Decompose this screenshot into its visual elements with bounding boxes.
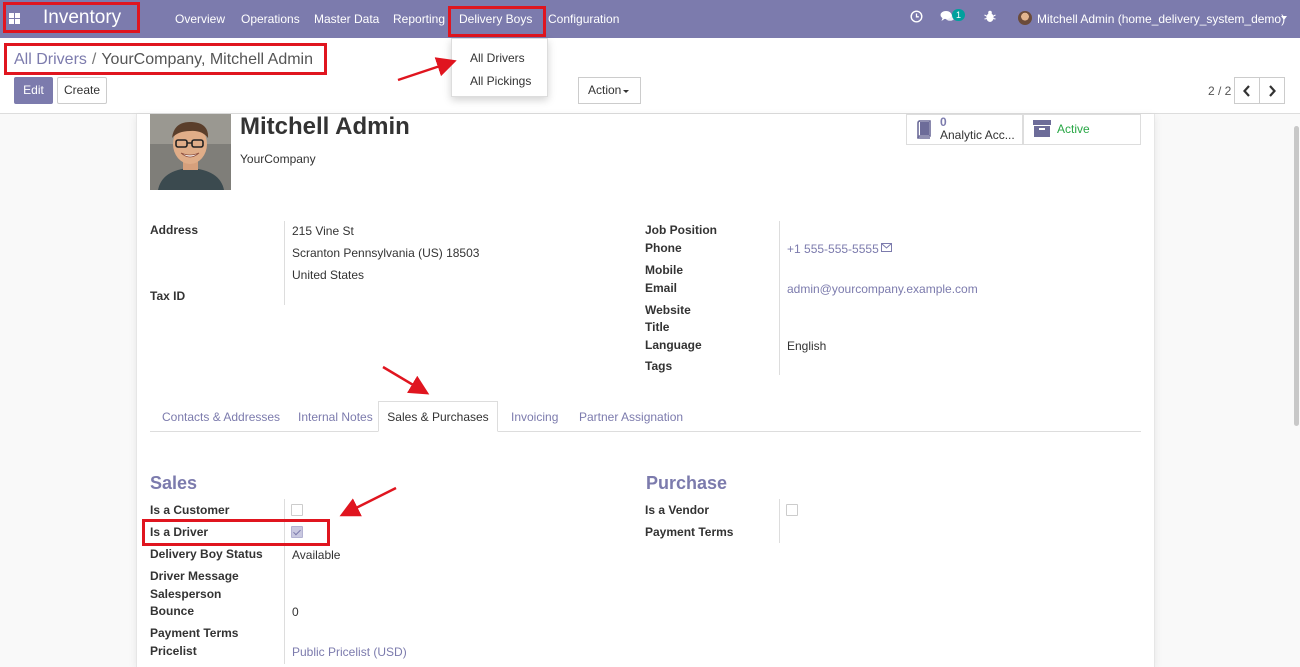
is-customer-label: Is a Customer xyxy=(150,503,230,517)
top-navbar: Inventory Overview Operations Master Dat… xyxy=(0,0,1300,38)
title-label: Title xyxy=(645,320,670,334)
pager-previous-button[interactable] xyxy=(1234,77,1260,104)
purchase-section-title: Purchase xyxy=(646,473,728,493)
pager-value[interactable]: 2 / 2 xyxy=(1208,84,1231,98)
breadcrumb-separator: / xyxy=(91,51,97,68)
user-menu-name[interactable]: Mitchell Admin (home_delivery_system_dem… xyxy=(1037,12,1285,26)
action-label: Action xyxy=(588,83,622,97)
mobile-label: Mobile xyxy=(645,263,683,277)
is-vendor-checkbox[interactable] xyxy=(786,504,798,516)
scrollbar[interactable] xyxy=(1294,126,1299,426)
activity-clock-icon[interactable] xyxy=(910,10,923,26)
is-vendor-label: Is a Vendor xyxy=(645,503,710,517)
is-customer-checkbox[interactable] xyxy=(291,504,303,516)
language-label: Language xyxy=(645,338,702,352)
tab-invoicing[interactable]: Invoicing xyxy=(511,410,558,424)
email-label: Email xyxy=(645,281,678,295)
salesperson-label: Salesperson xyxy=(150,587,222,601)
email-link[interactable]: admin@yourcompany.example.com xyxy=(787,282,978,296)
archive-icon xyxy=(1033,120,1051,137)
pricelist-link[interactable]: Public Pricelist (USD) xyxy=(292,645,407,659)
tax-id-label: Tax ID xyxy=(150,289,186,303)
separator xyxy=(779,499,780,543)
app-switcher-icon[interactable] xyxy=(9,13,20,24)
address-street: 215 Vine St xyxy=(292,224,354,238)
separator xyxy=(284,499,285,664)
dropdown-item-all-pickings[interactable]: All Pickings xyxy=(470,74,531,88)
tab-contacts-addresses[interactable]: Contacts & Addresses xyxy=(162,410,280,424)
action-dropdown-button[interactable]: Action xyxy=(578,77,641,104)
user-menu-caret-icon[interactable] xyxy=(1281,16,1287,20)
bounce-value: 0 xyxy=(292,605,299,619)
pager-next-button[interactable] xyxy=(1259,77,1285,104)
tab-divider xyxy=(150,431,1141,432)
menu-reporting[interactable]: Reporting xyxy=(393,12,445,26)
user-avatar[interactable] xyxy=(1018,11,1032,25)
language-value: English xyxy=(787,339,827,353)
edit-button[interactable]: Edit xyxy=(14,77,53,104)
website-label: Website xyxy=(645,303,691,317)
tags-label: Tags xyxy=(645,359,673,373)
phone-link[interactable]: +1 555-555-5555 xyxy=(787,242,879,256)
partner-avatar[interactable] xyxy=(150,114,231,190)
active-status-label: Active xyxy=(1057,122,1090,136)
tab-internal-notes[interactable]: Internal Notes xyxy=(298,410,373,424)
form-sheet xyxy=(136,114,1155,667)
sales-payment-terms-label: Payment Terms xyxy=(150,626,239,640)
active-toggle-button[interactable]: Active xyxy=(1023,114,1141,145)
sms-envelope-icon[interactable] xyxy=(881,243,892,252)
breadcrumb: All Drivers / YourCompany, Mitchell Admin xyxy=(14,51,313,69)
separator xyxy=(284,221,285,305)
create-button[interactable]: Create xyxy=(57,77,107,104)
bounce-label: Bounce xyxy=(150,604,195,618)
driver-message-label: Driver Message xyxy=(150,569,239,583)
chevron-right-icon xyxy=(1269,85,1276,97)
address-city-line: Scranton Pennsylvania (US) 18503 xyxy=(292,246,480,260)
job-position-label: Job Position xyxy=(645,223,717,237)
pricelist-label: Pricelist xyxy=(150,644,197,658)
partner-company[interactable]: YourCompany xyxy=(240,152,316,166)
tab-sales-purchases[interactable]: Sales & Purchases xyxy=(378,401,498,432)
delivery-boy-status-value: Available xyxy=(292,548,341,562)
analytic-label: Analytic Acc... xyxy=(940,128,1015,142)
chevron-left-icon xyxy=(1243,85,1250,97)
messages-count-badge: 1 xyxy=(952,9,966,21)
address-country: United States xyxy=(292,268,365,282)
control-panel: All Drivers / YourCompany, Mitchell Admin … xyxy=(0,38,1300,114)
purchase-payment-terms-label: Payment Terms xyxy=(645,525,734,539)
action-caret-icon xyxy=(623,90,629,93)
menu-operations[interactable]: Operations xyxy=(241,12,300,26)
tab-partner-assignation[interactable]: Partner Assignation xyxy=(579,410,683,424)
analytic-accounts-smart-button[interactable]: 0 Analytic Acc... xyxy=(906,114,1023,145)
menu-overview[interactable]: Overview xyxy=(175,12,225,26)
book-icon xyxy=(917,120,931,139)
address-label: Address xyxy=(150,223,199,237)
is-driver-label: Is a Driver xyxy=(150,525,209,539)
phone-label: Phone xyxy=(645,241,682,255)
is-driver-checkbox[interactable] xyxy=(291,526,303,538)
debug-bug-icon[interactable] xyxy=(984,10,996,26)
separator xyxy=(779,221,780,375)
menu-master-data[interactable]: Master Data xyxy=(314,12,379,26)
menu-delivery-boys[interactable]: Delivery Boys xyxy=(459,12,532,26)
dropdown-item-all-drivers[interactable]: All Drivers xyxy=(470,51,525,65)
app-name[interactable]: Inventory xyxy=(43,7,121,29)
menu-configuration[interactable]: Configuration xyxy=(548,12,619,26)
breadcrumb-current: YourCompany, Mitchell Admin xyxy=(101,51,313,68)
analytic-count: 0 xyxy=(940,115,947,129)
sales-section-title: Sales xyxy=(150,473,198,493)
partner-name: Mitchell Admin xyxy=(240,113,410,140)
delivery-boy-status-label: Delivery Boy Status xyxy=(150,547,263,561)
delivery-boys-dropdown: All Drivers All Pickings xyxy=(451,38,548,97)
breadcrumb-all-drivers[interactable]: All Drivers xyxy=(14,51,87,68)
